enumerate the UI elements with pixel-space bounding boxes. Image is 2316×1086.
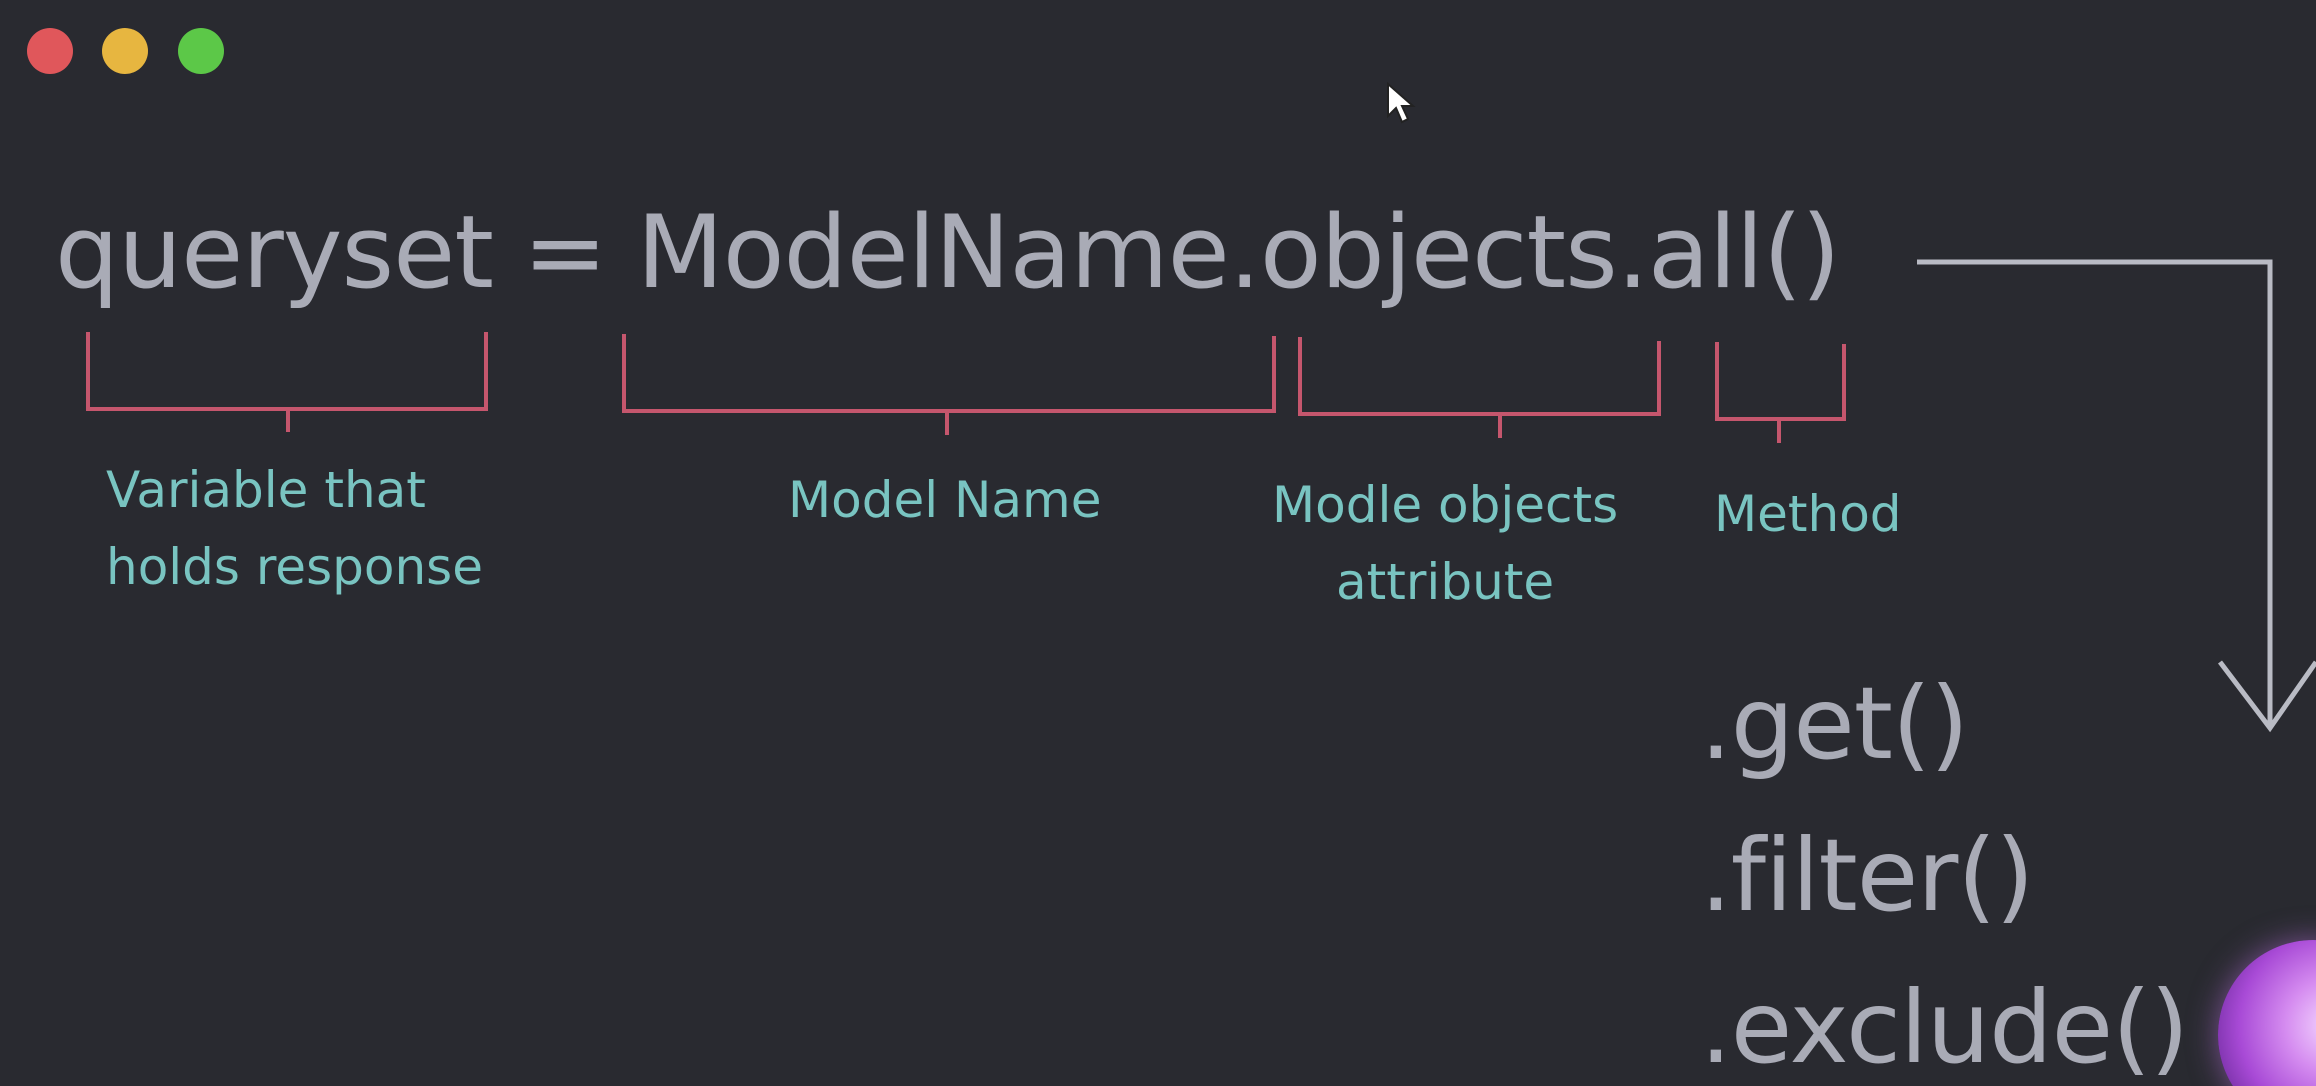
code-objects-attribute: .objects	[1228, 193, 1618, 311]
bracket-objects	[1298, 337, 1661, 438]
label-objects-line-2: attribute	[1336, 553, 1555, 611]
bracket-variable	[86, 332, 488, 432]
window-maximize-button[interactable]	[178, 28, 224, 74]
label-model-name: Model Name	[788, 471, 1102, 529]
mouse-pointer-icon	[1387, 82, 1416, 124]
method-list: .get() .filter() .exclude()	[1700, 648, 2189, 1086]
label-variable-line-2: holds response	[106, 538, 483, 596]
assistant-orb-icon[interactable]	[2218, 940, 2316, 1086]
window-close-button[interactable]	[27, 28, 73, 74]
method-filter: .filter()	[1700, 817, 2034, 934]
code-operator: =	[522, 193, 608, 311]
label-objects-attribute: Modle objects attribute	[1272, 467, 1618, 621]
code-expression: queryset = ModelName.objects.all()	[55, 186, 1841, 318]
window-minimize-button[interactable]	[102, 28, 148, 74]
label-objects-line-1: Modle objects	[1272, 476, 1619, 534]
method-exclude: .exclude()	[1700, 969, 2189, 1086]
label-method: Method	[1714, 485, 1902, 543]
arrow-head-icon	[2218, 660, 2316, 733]
code-variable: queryset	[55, 193, 494, 311]
code-model-name: ModelName	[636, 193, 1230, 311]
bracket-model	[622, 334, 1276, 435]
code-method: .all()	[1616, 193, 1841, 311]
label-variable: Variable that holds response	[106, 452, 483, 606]
bracket-method	[1715, 342, 1846, 443]
method-get: .get()	[1700, 665, 1969, 782]
label-variable-line-1: Variable that	[106, 461, 426, 519]
